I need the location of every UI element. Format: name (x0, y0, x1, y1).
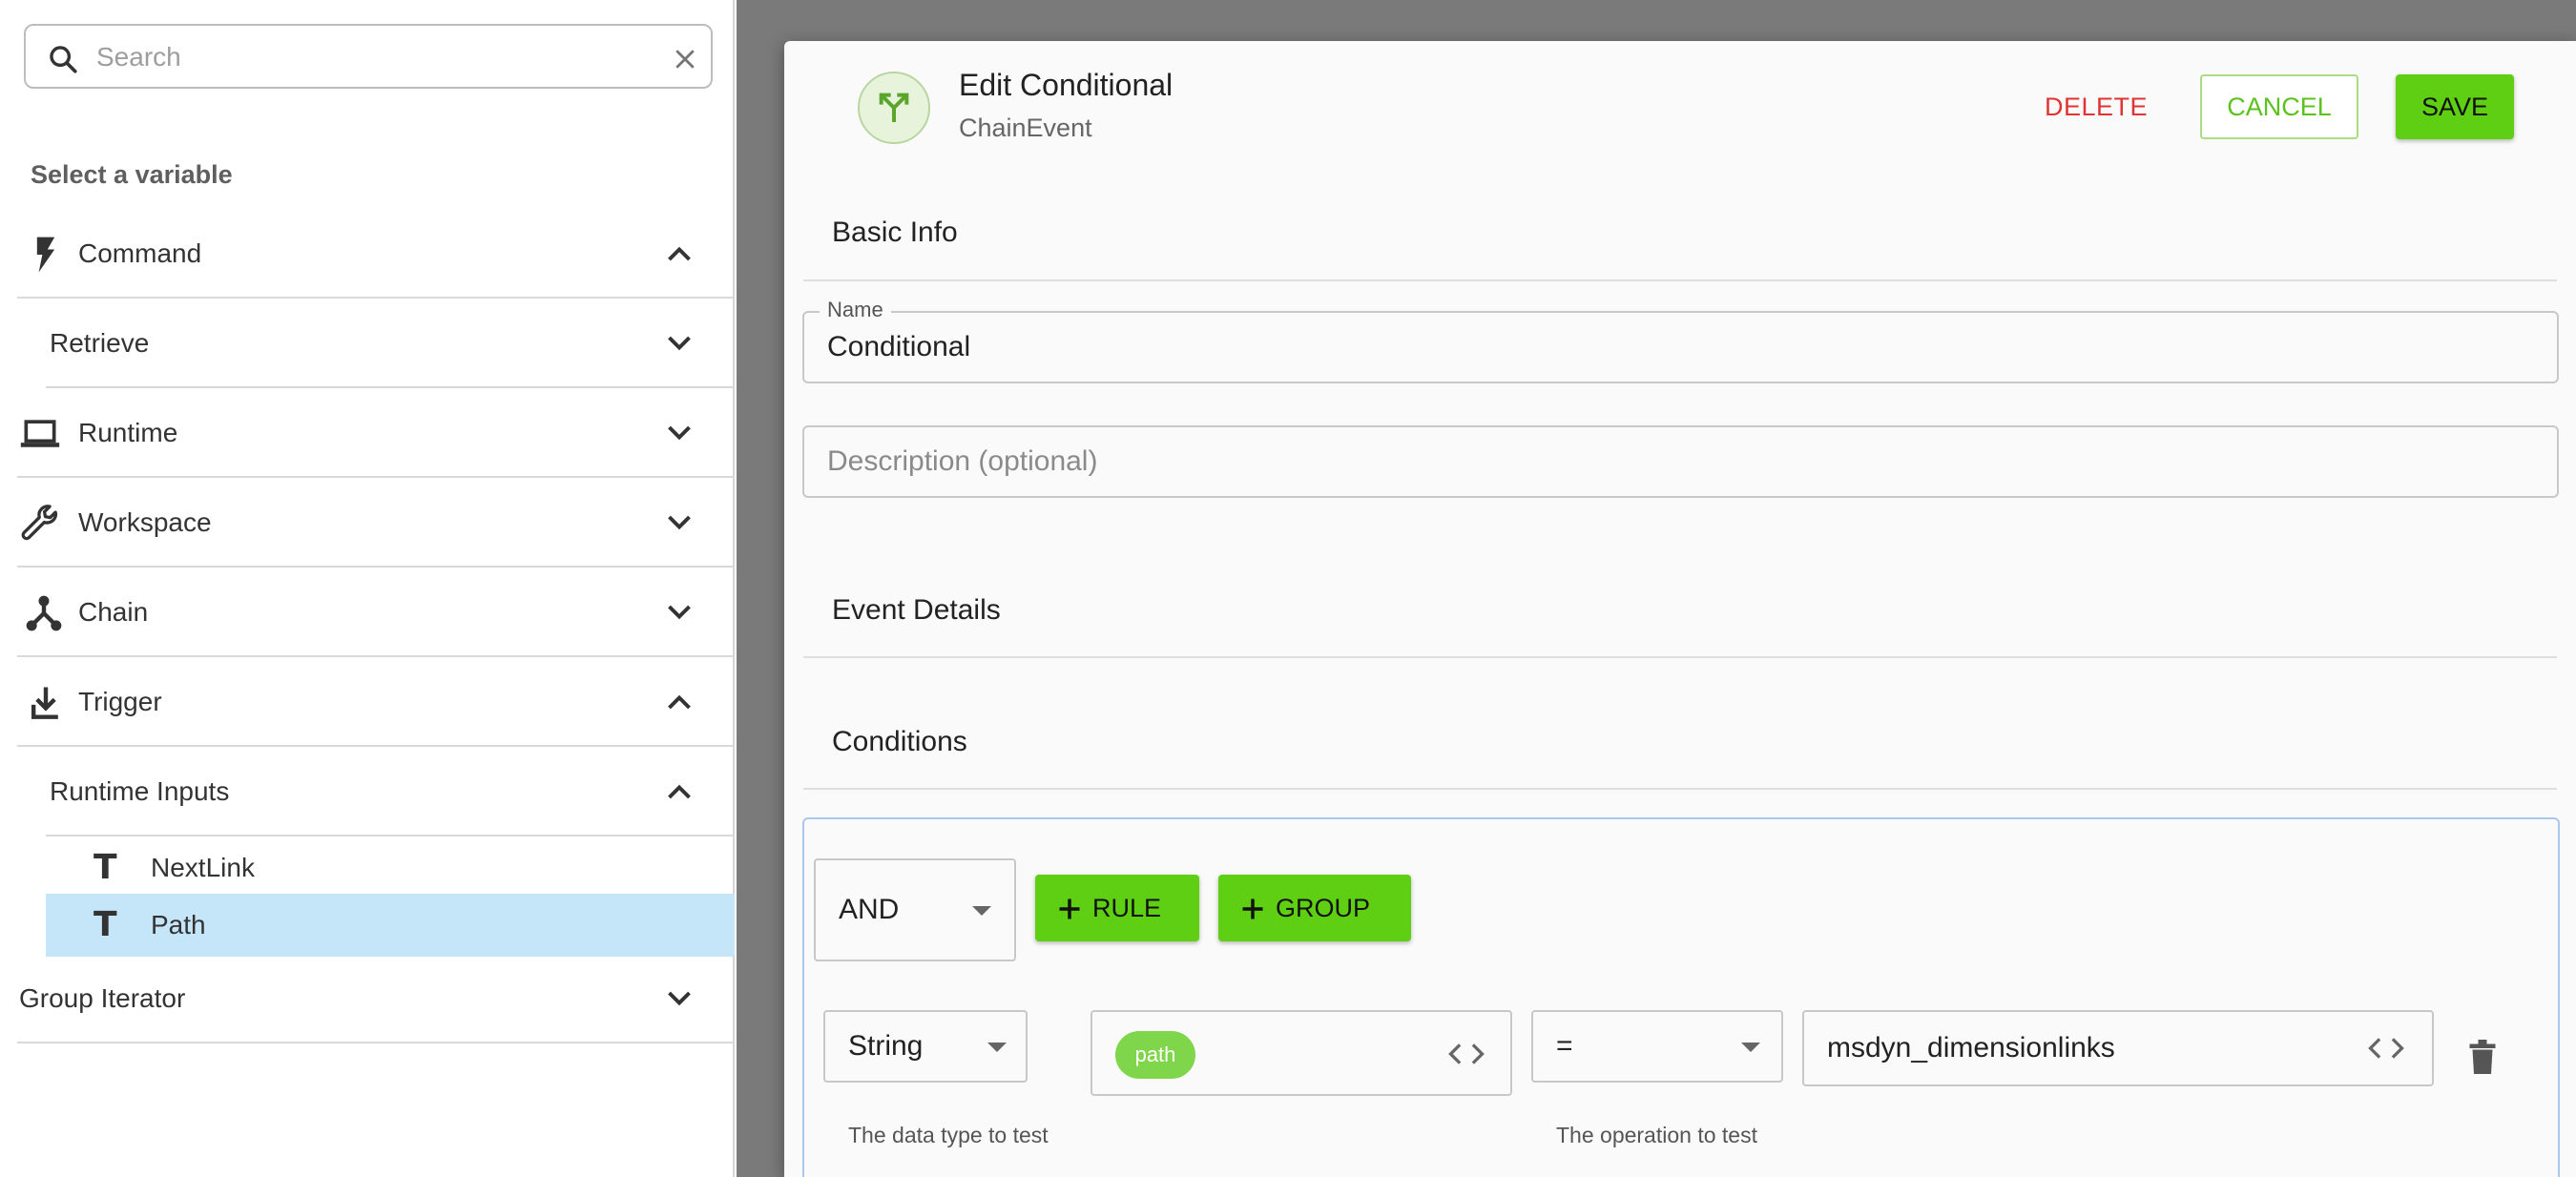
chevron-up-icon (668, 694, 691, 710)
divider (803, 279, 2557, 281)
sidebar-item-label: Workspace (78, 507, 212, 537)
sidebar-item-label: Retrieve (50, 328, 150, 358)
value-text: msdyn_dimensionlinks (1827, 1032, 2115, 1063)
sidebar-item-label: Group Iterator (19, 983, 186, 1013)
data-type-value: String (848, 1030, 924, 1062)
variable-item-nextlink[interactable]: T NextLink (46, 836, 735, 899)
plus-icon (1059, 898, 1080, 919)
wrench-icon (21, 505, 58, 541)
search-input[interactable] (96, 37, 631, 77)
sidebar-item-label: Chain (78, 597, 149, 627)
combinator-select[interactable]: AND (814, 858, 1016, 961)
combinator-value: AND (839, 894, 900, 925)
sidebar-item-group-iterator[interactable]: Group Iterator (17, 954, 735, 1043)
delete-rule-icon[interactable] (2468, 1040, 2497, 1074)
description-field[interactable] (802, 425, 2559, 498)
close-icon[interactable] (671, 45, 699, 73)
chevron-up-icon (668, 246, 691, 261)
code-icon[interactable] (2365, 1035, 2407, 1062)
chain-icon (26, 595, 62, 631)
add-group-button[interactable]: GROUP (1218, 875, 1411, 941)
operator-value: = (1556, 1030, 1573, 1062)
rule-group: AND RULE GROUP String The data type to t… (802, 817, 2560, 1177)
text-type-icon: T (93, 905, 117, 944)
caret-down-icon (972, 906, 991, 916)
sidebar-item-workspace[interactable]: Workspace (17, 478, 735, 568)
lightning-icon (36, 237, 55, 273)
sidebar-item-label: Runtime Inputs (50, 776, 230, 806)
code-icon[interactable] (1445, 1041, 1487, 1067)
sidebar-item-chain[interactable]: Chain (17, 568, 735, 657)
sidebar-item-trigger[interactable]: Trigger (17, 657, 735, 747)
chevron-down-icon (668, 515, 691, 530)
select-variable-heading: Select a variable (31, 160, 233, 189)
variable-chip[interactable]: path (1115, 1031, 1195, 1079)
divider (803, 788, 2557, 790)
sidebar-item-command[interactable]: Command (17, 209, 735, 299)
delete-button[interactable]: DELETE (2025, 74, 2168, 139)
caret-down-icon (987, 1043, 1007, 1052)
value-input[interactable]: msdyn_dimensionlinks (1802, 1010, 2434, 1086)
divider (17, 1042, 735, 1043)
cancel-button[interactable]: CANCEL (2200, 74, 2358, 139)
sidebar-item-runtime-inputs[interactable]: Runtime Inputs (46, 747, 735, 836)
add-rule-label: RULE (1092, 894, 1162, 922)
conditional-avatar (858, 72, 930, 144)
dialog-subtitle: ChainEvent (959, 114, 1092, 142)
text-type-icon: T (93, 848, 117, 887)
search-icon (50, 46, 77, 73)
section-conditions: Conditions (832, 726, 967, 757)
operator-helper: The operation to test (1556, 1123, 1757, 1147)
split-arrow-icon (879, 93, 909, 122)
variable-item-path[interactable]: T Path (46, 894, 735, 957)
chevron-down-icon (668, 425, 691, 441)
section-event-details: Event Details (832, 594, 1001, 626)
sidebar-item-label: Command (78, 238, 202, 268)
chevron-down-icon (668, 605, 691, 620)
data-type-helper: The data type to test (848, 1123, 1049, 1147)
chevron-up-icon (668, 784, 691, 799)
download-icon (31, 687, 58, 719)
chevron-down-icon (668, 991, 691, 1006)
dialog-title: Edit Conditional (959, 68, 1174, 102)
divider (803, 656, 2557, 658)
chevron-down-icon (668, 336, 691, 351)
data-type-select[interactable]: String (823, 1010, 1028, 1083)
sidebar-item-runtime[interactable]: Runtime (17, 388, 735, 478)
sidebar-item-label: Runtime (78, 418, 178, 447)
search-box[interactable] (24, 24, 713, 89)
variable-input[interactable]: path (1091, 1010, 1512, 1096)
laptop-icon (20, 420, 60, 447)
name-field[interactable]: Name (802, 298, 2559, 383)
variable-panel: Select a variable Command Retrieve Runti… (0, 0, 735, 1177)
variable-label: NextLink (151, 853, 255, 882)
section-basic-info: Basic Info (832, 217, 958, 248)
variable-label: Path (151, 910, 206, 940)
add-group-label: GROUP (1276, 894, 1371, 922)
name-field-label: Name (820, 298, 891, 322)
edit-conditional-dialog: Edit Conditional ChainEvent DELETE CANCE… (784, 41, 2576, 1177)
sidebar-item-retrieve[interactable]: Retrieve (46, 299, 735, 388)
description-input[interactable] (827, 439, 2525, 485)
name-input[interactable] (827, 324, 2525, 370)
sidebar-item-label: Trigger (78, 687, 162, 716)
add-rule-button[interactable]: RULE (1035, 875, 1199, 941)
operator-select[interactable]: = (1531, 1010, 1783, 1083)
caret-down-icon (1741, 1043, 1760, 1052)
plus-icon (1242, 898, 1263, 919)
save-button[interactable]: SAVE (2396, 74, 2514, 139)
